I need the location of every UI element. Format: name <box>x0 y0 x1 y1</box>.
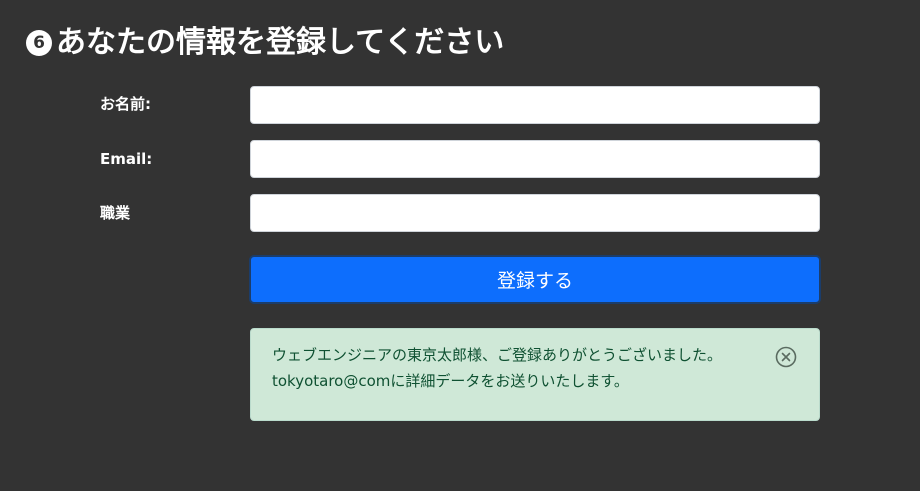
email-label: Email: <box>100 150 153 168</box>
registration-page: 6 あなたの情報を登録してください お名前: Email: 職業 登録する ウェ… <box>0 0 920 491</box>
job-input[interactable] <box>250 194 820 232</box>
job-label: 職業 <box>100 204 131 222</box>
name-input[interactable] <box>250 86 820 124</box>
email-input[interactable] <box>250 140 820 178</box>
page-title: 6 あなたの情報を登録してください <box>26 22 504 64</box>
success-alert: ウェブエンジニアの東京太郎様、ご登録ありがとうございました。 tokyotaro… <box>250 328 820 421</box>
name-label: お名前: <box>100 95 151 113</box>
page-title-text: あなたの情報を登録してください <box>56 25 505 60</box>
close-circle-icon[interactable] <box>775 346 797 368</box>
alert-message-line-2: tokyotaro@comに詳細データをお送りいたします。 <box>272 372 629 390</box>
alert-message-line-1: ウェブエンジニアの東京太郎様、ご登録ありがとうございました。 <box>272 346 723 364</box>
step-number-badge: 6 <box>26 30 52 56</box>
register-button[interactable]: 登録する <box>249 255 821 304</box>
